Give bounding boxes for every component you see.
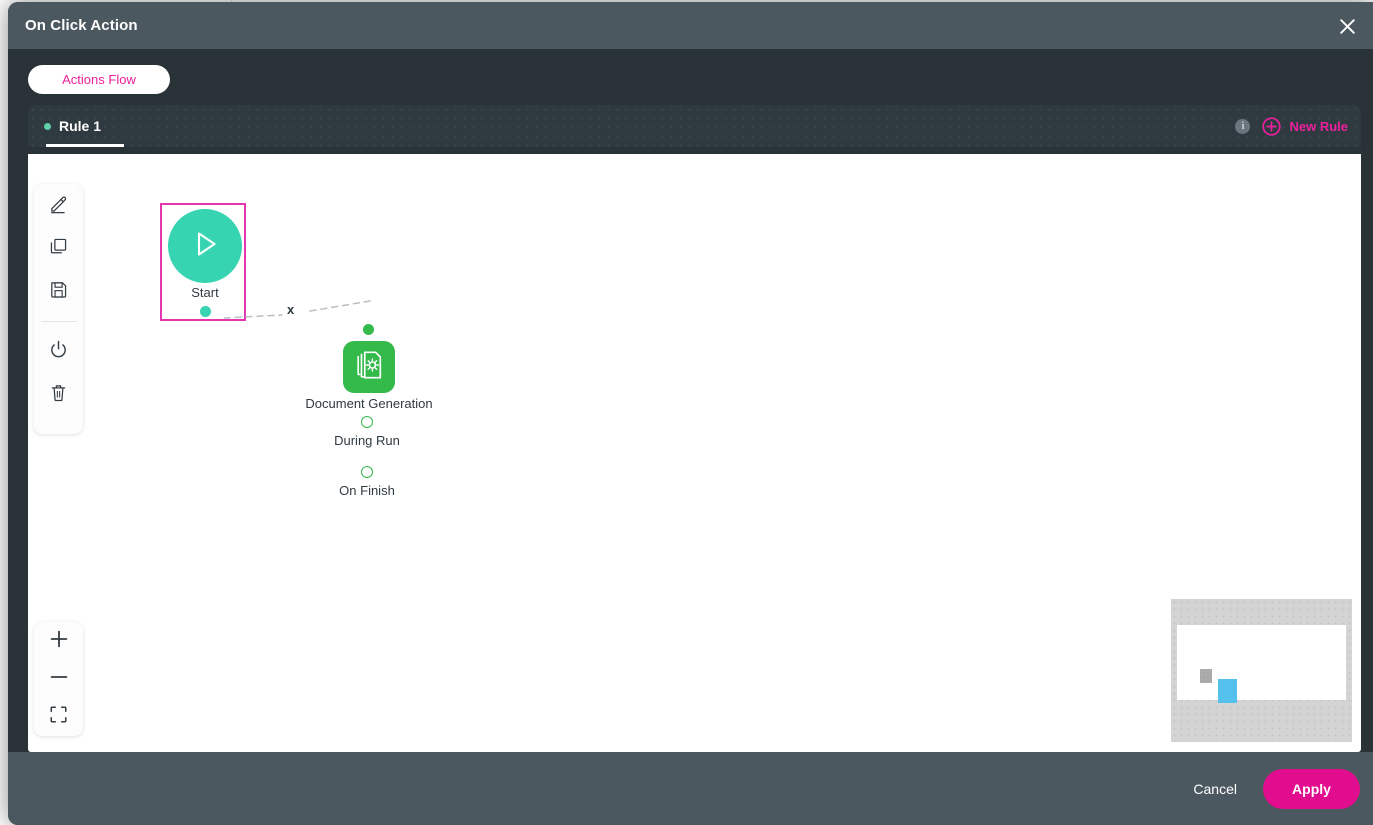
save-icon bbox=[48, 279, 69, 305]
on-finish-label: On Finish bbox=[339, 483, 395, 498]
power-icon bbox=[48, 339, 69, 365]
fit-to-screen-button[interactable] bbox=[34, 698, 83, 736]
canvas-minimap[interactable] bbox=[1171, 599, 1352, 742]
new-rule-button[interactable]: New Rule bbox=[1262, 116, 1348, 136]
play-triangle-icon bbox=[186, 225, 224, 268]
trash-icon bbox=[48, 382, 69, 408]
zoom-in-button[interactable] bbox=[34, 622, 83, 660]
document-generation-node-icon[interactable] bbox=[343, 341, 395, 393]
rule-bar-actions: i New Rule bbox=[1235, 105, 1348, 147]
plus-icon bbox=[48, 628, 70, 655]
delete-tool[interactable] bbox=[34, 373, 83, 416]
connector-delete-marker[interactable]: x bbox=[287, 303, 294, 316]
zoom-out-button[interactable] bbox=[34, 660, 83, 698]
document-gear-icon bbox=[353, 349, 385, 386]
modal-titlebar: On Click Action bbox=[8, 2, 1373, 49]
modal-tabstrip: Actions Flow bbox=[8, 49, 1373, 105]
save-tool[interactable] bbox=[34, 270, 83, 313]
during-run-port[interactable] bbox=[361, 416, 373, 428]
on-click-action-modal: On Click Action Actions Flow Rule 1 i Ne… bbox=[8, 2, 1373, 825]
new-rule-label: New Rule bbox=[1289, 118, 1348, 134]
modal-title: On Click Action bbox=[25, 17, 138, 34]
minimap-node-start bbox=[1200, 669, 1212, 683]
rule-bar: Rule 1 i New Rule bbox=[28, 105, 1361, 147]
minimap-viewport[interactable] bbox=[1177, 625, 1346, 703]
during-run-label: During Run bbox=[334, 433, 400, 448]
apply-button[interactable]: Apply bbox=[1263, 768, 1360, 809]
flow-node-document-generation[interactable]: Document Generation bbox=[298, 324, 440, 411]
document-generation-node-label: Document Generation bbox=[305, 396, 433, 411]
fit-screen-icon bbox=[48, 704, 69, 730]
rule-tab-active-underline bbox=[46, 144, 124, 147]
document-generation-input-port[interactable] bbox=[363, 324, 374, 335]
canvas-zoom-panel bbox=[34, 622, 83, 736]
copy-tool[interactable] bbox=[34, 227, 83, 270]
info-icon[interactable]: i bbox=[1235, 118, 1251, 134]
flow-canvas[interactable]: Start x Document Generation During Run O… bbox=[28, 154, 1361, 752]
rule-tab-rule-1[interactable]: Rule 1 bbox=[44, 105, 101, 147]
start-node-circle[interactable] bbox=[168, 209, 242, 283]
enable-disable-tool[interactable] bbox=[34, 330, 83, 373]
tab-actions-flow[interactable]: Actions Flow bbox=[28, 65, 170, 94]
copy-icon bbox=[48, 236, 69, 262]
close-icon[interactable] bbox=[1329, 8, 1365, 44]
minimap-node-document-generation bbox=[1218, 679, 1237, 703]
rule-tab-label: Rule 1 bbox=[59, 118, 102, 134]
plus-circle-icon bbox=[1262, 116, 1282, 136]
port-group-on-finish: On Finish bbox=[296, 466, 438, 498]
pencil-icon bbox=[48, 193, 69, 219]
cancel-button[interactable]: Cancel bbox=[1179, 773, 1251, 805]
canvas-tool-panel bbox=[34, 184, 83, 434]
edit-tool[interactable] bbox=[34, 184, 83, 227]
start-node-output-port[interactable] bbox=[200, 306, 211, 317]
minus-icon bbox=[48, 666, 70, 693]
rule-status-dot bbox=[44, 122, 51, 130]
on-finish-port[interactable] bbox=[361, 466, 373, 478]
tool-panel-divider bbox=[40, 321, 77, 322]
port-group-during-run: During Run bbox=[296, 416, 438, 448]
modal-footer: Cancel Apply bbox=[8, 752, 1373, 825]
